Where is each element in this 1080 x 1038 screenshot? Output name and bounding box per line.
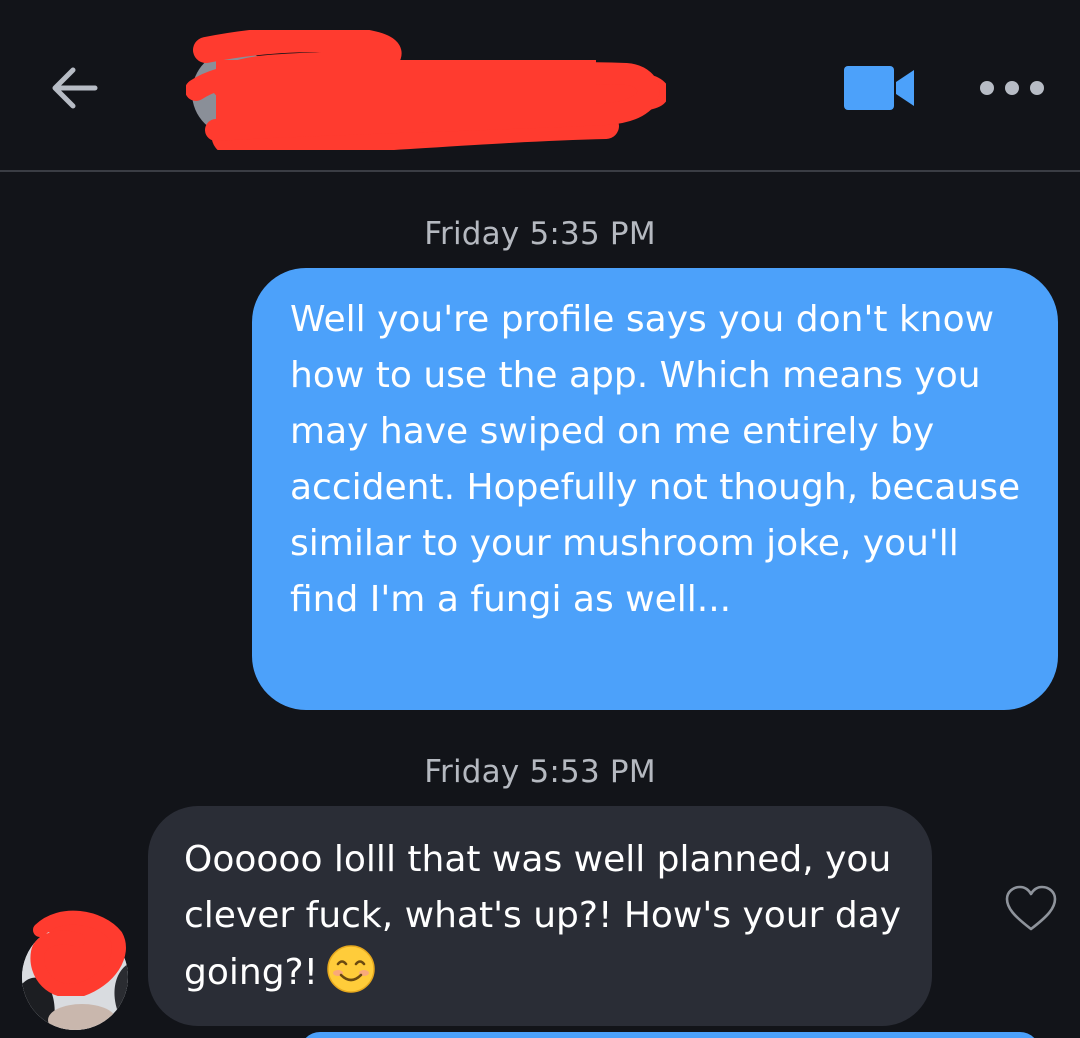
message-timestamp: Friday 5:53 PM [424, 754, 656, 790]
message-timestamp: Friday 5:35 PM [424, 216, 656, 252]
video-camera-icon [844, 66, 914, 110]
more-options-button[interactable] [980, 70, 1044, 106]
smiling-face-icon [327, 945, 375, 993]
video-call-button[interactable] [842, 62, 918, 114]
message-text: Well you're profile says you don't know … [290, 299, 1021, 620]
chat-screen: Friday 5:35 PM Well you're profile says … [0, 0, 1080, 1038]
back-button[interactable] [44, 58, 104, 118]
heart-outline-icon [1005, 885, 1057, 931]
more-horizontal-icon [980, 81, 994, 95]
outgoing-message-bubble-partial[interactable] [300, 1032, 1040, 1038]
chat-header [0, 0, 1080, 172]
incoming-message-bubble[interactable]: Oooooo lolll that was well planned, you … [148, 806, 932, 1026]
outgoing-message-bubble[interactable]: Well you're profile says you don't know … [252, 268, 1058, 710]
redacted-sender-face [30, 910, 126, 996]
message-text: Oooooo lolll that was well planned, you … [184, 839, 902, 993]
like-message-button[interactable] [1004, 884, 1058, 934]
redacted-contact-name [186, 30, 666, 150]
arrow-left-icon [52, 67, 98, 109]
